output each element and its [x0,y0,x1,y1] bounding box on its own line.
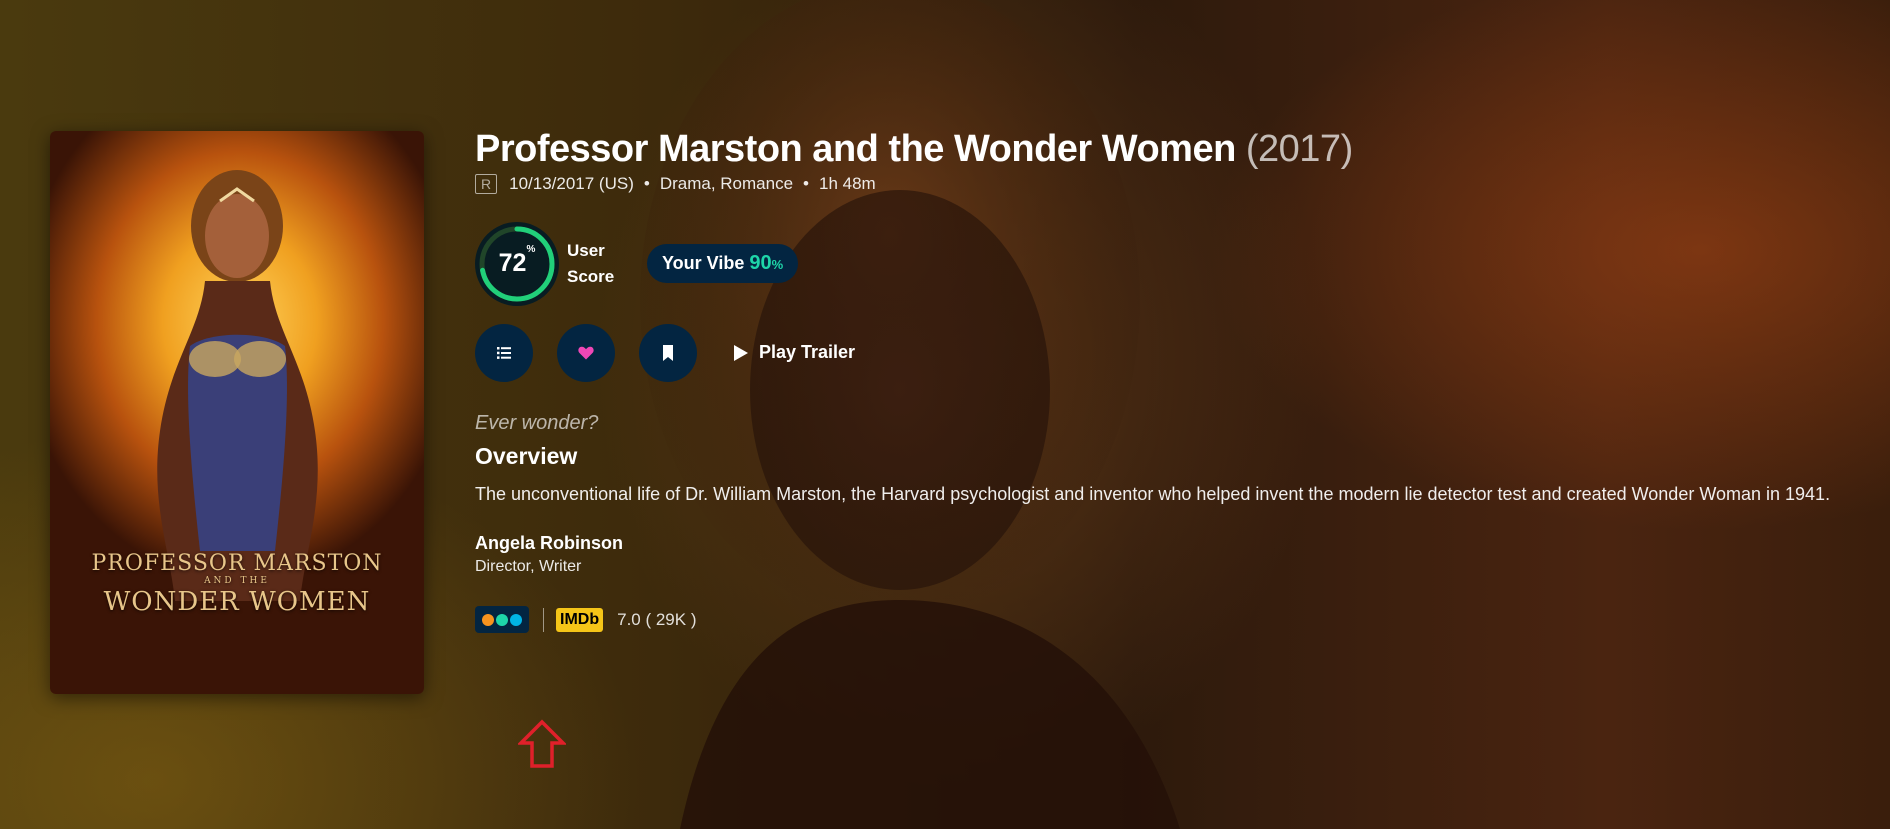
your-vibe-button[interactable]: Your Vibe 90% [647,244,799,284]
vibe-label: Your Vibe [662,253,745,274]
vibe-dot-orange [482,613,494,626]
movie-poster[interactable]: PROFESSOR MARSTON AND THE WONDER WOMEN [50,131,424,694]
add-to-list-button[interactable] [475,323,533,382]
external-ratings: IMDb 7.0 ( 29K ) [475,606,1855,634]
overview-heading: Overview [475,442,578,469]
vibe-dots-badge[interactable] [475,606,529,634]
heart-icon [578,346,594,360]
user-score-value: 72% [498,244,536,277]
crew-member: Angela Robinson Director, Writer [475,533,1855,576]
crew-role: Director, Writer [475,558,582,576]
release-date: 10/13/2017 (US) [509,173,634,193]
tagline: Ever wonder? [475,411,599,434]
overview-text: The unconventional life of Dr. William M… [475,483,1831,504]
certification-badge: R [475,173,498,194]
score-row: 72% User Score Your Vibe 90% [475,221,1855,306]
runtime: 1h 48m [819,173,876,193]
vibe-dot-blue [510,613,522,626]
action-row: Play Trailer [475,323,1855,382]
movie-year: (2017) [1245,128,1353,170]
list-icon [497,346,511,359]
play-icon [734,344,748,361]
facts-separator: • [643,173,650,193]
up-arrow-icon [518,719,566,768]
genres[interactable]: Drama, Romance [660,174,793,194]
imdb-logo[interactable]: IMDb [556,607,604,632]
user-score-chart[interactable]: 72% [475,221,559,306]
page-title: Professor Marston and the Wonder Women (… [475,128,1855,172]
poster-title-line2: AND THE [204,576,270,587]
movie-info: Professor Marston and the Wonder Women (… [475,128,1855,634]
imdb-rating: 7.0 ( 29K ) [617,609,697,629]
crew-list: Angela Robinson Director, Writer [475,533,1855,576]
ratings-divider [543,607,544,632]
movie-facts: R 10/13/2017 (US) • Drama, Romance • 1h … [475,173,1855,194]
vibe-dot-green [496,613,508,626]
play-trailer-button[interactable]: Play Trailer [733,342,855,363]
user-score-label: User Score [567,241,615,286]
movie-title[interactable]: Professor Marston and the Wonder Women [475,128,1236,170]
facts-separator: • [803,173,809,193]
vibe-value: 90% [749,252,784,275]
poster-title-line1: PROFESSOR MARSTON [91,551,383,577]
favorite-button[interactable] [557,323,615,382]
poster-title: PROFESSOR MARSTON AND THE WONDER WOMEN [50,552,424,616]
play-trailer-label: Play Trailer [759,342,856,363]
movie-header: PROFESSOR MARSTON AND THE WONDER WOMEN P… [0,0,1890,829]
crew-name[interactable]: Angela Robinson [475,533,1855,554]
watchlist-button[interactable] [639,323,697,382]
poster-title-line3: WONDER WOMEN [103,586,371,617]
bookmark-icon [663,344,673,361]
